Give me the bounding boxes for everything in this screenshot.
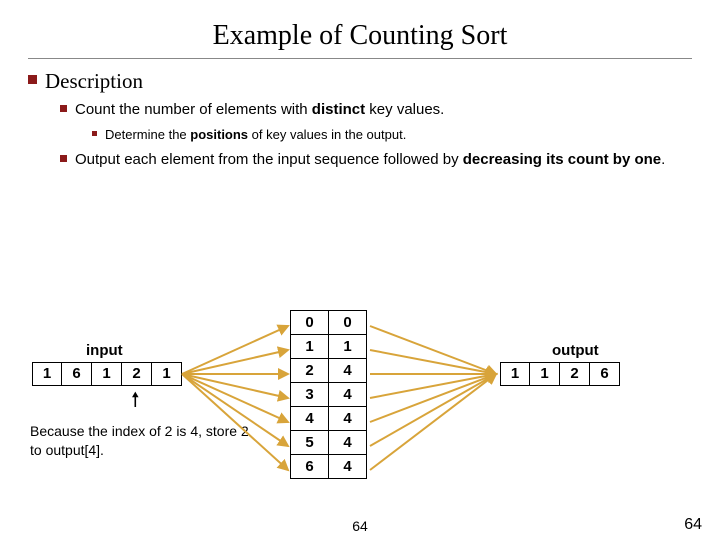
page-number-right: 64 (684, 516, 702, 534)
table-row: 44 (291, 407, 367, 431)
bullet-l2-output: Output each element from the input seque… (60, 150, 692, 170)
input-cell: 2 (122, 362, 152, 386)
arrows-input-to-table-icon (0, 310, 300, 490)
title-divider (28, 58, 692, 59)
table-row: 00 (291, 311, 367, 335)
table-row: 24 (291, 359, 367, 383)
bullet-l1: Description (28, 69, 692, 94)
input-cell: 1 (92, 362, 122, 386)
page-number-center: 64 (0, 518, 720, 534)
input-cell: 1 (152, 362, 182, 386)
pointer-arrow-icon: 🠕 (131, 390, 140, 410)
table-row: 34 (291, 383, 367, 407)
table-row: 11 (291, 335, 367, 359)
bullet-icon (60, 155, 67, 162)
table-row: 64 (291, 455, 367, 479)
bullet-icon (28, 75, 37, 84)
output-label: output (552, 342, 599, 359)
bullet-l2b-text: Output each element from the input seque… (75, 150, 665, 170)
bullet-l1-text: Description (45, 69, 143, 94)
page-title: Example of Counting Sort (28, 20, 692, 52)
input-cell: 1 (32, 362, 62, 386)
diagram: input output 1 6 1 2 1 🠕 Because the ind… (0, 310, 720, 530)
table-row: 54 (291, 431, 367, 455)
output-array: 1 1 2 6 (500, 362, 620, 386)
bullet-icon (92, 131, 97, 136)
input-array: 1 6 1 2 1 (32, 362, 182, 386)
slide: Example of Counting Sort Description Cou… (0, 0, 720, 540)
output-cell: 2 (560, 362, 590, 386)
output-cell: 6 (590, 362, 620, 386)
output-cell: 1 (530, 362, 560, 386)
bullet-l3-text: Determine the positions of key values in… (105, 126, 406, 144)
count-table: 00 11 24 34 44 54 64 (290, 310, 367, 479)
input-cell: 6 (62, 362, 92, 386)
bullet-l2-count: Count the number of elements with distin… (60, 100, 692, 120)
bullet-icon (60, 105, 67, 112)
bullet-l2a-text: Count the number of elements with distin… (75, 100, 444, 120)
arrows-table-to-output-icon (366, 310, 566, 490)
input-label: input (86, 342, 123, 359)
bullet-l3-determine: Determine the positions of key values in… (92, 126, 692, 144)
output-cell: 1 (500, 362, 530, 386)
caption-text: Because the index of 2 is 4, store 2 to … (30, 422, 250, 460)
